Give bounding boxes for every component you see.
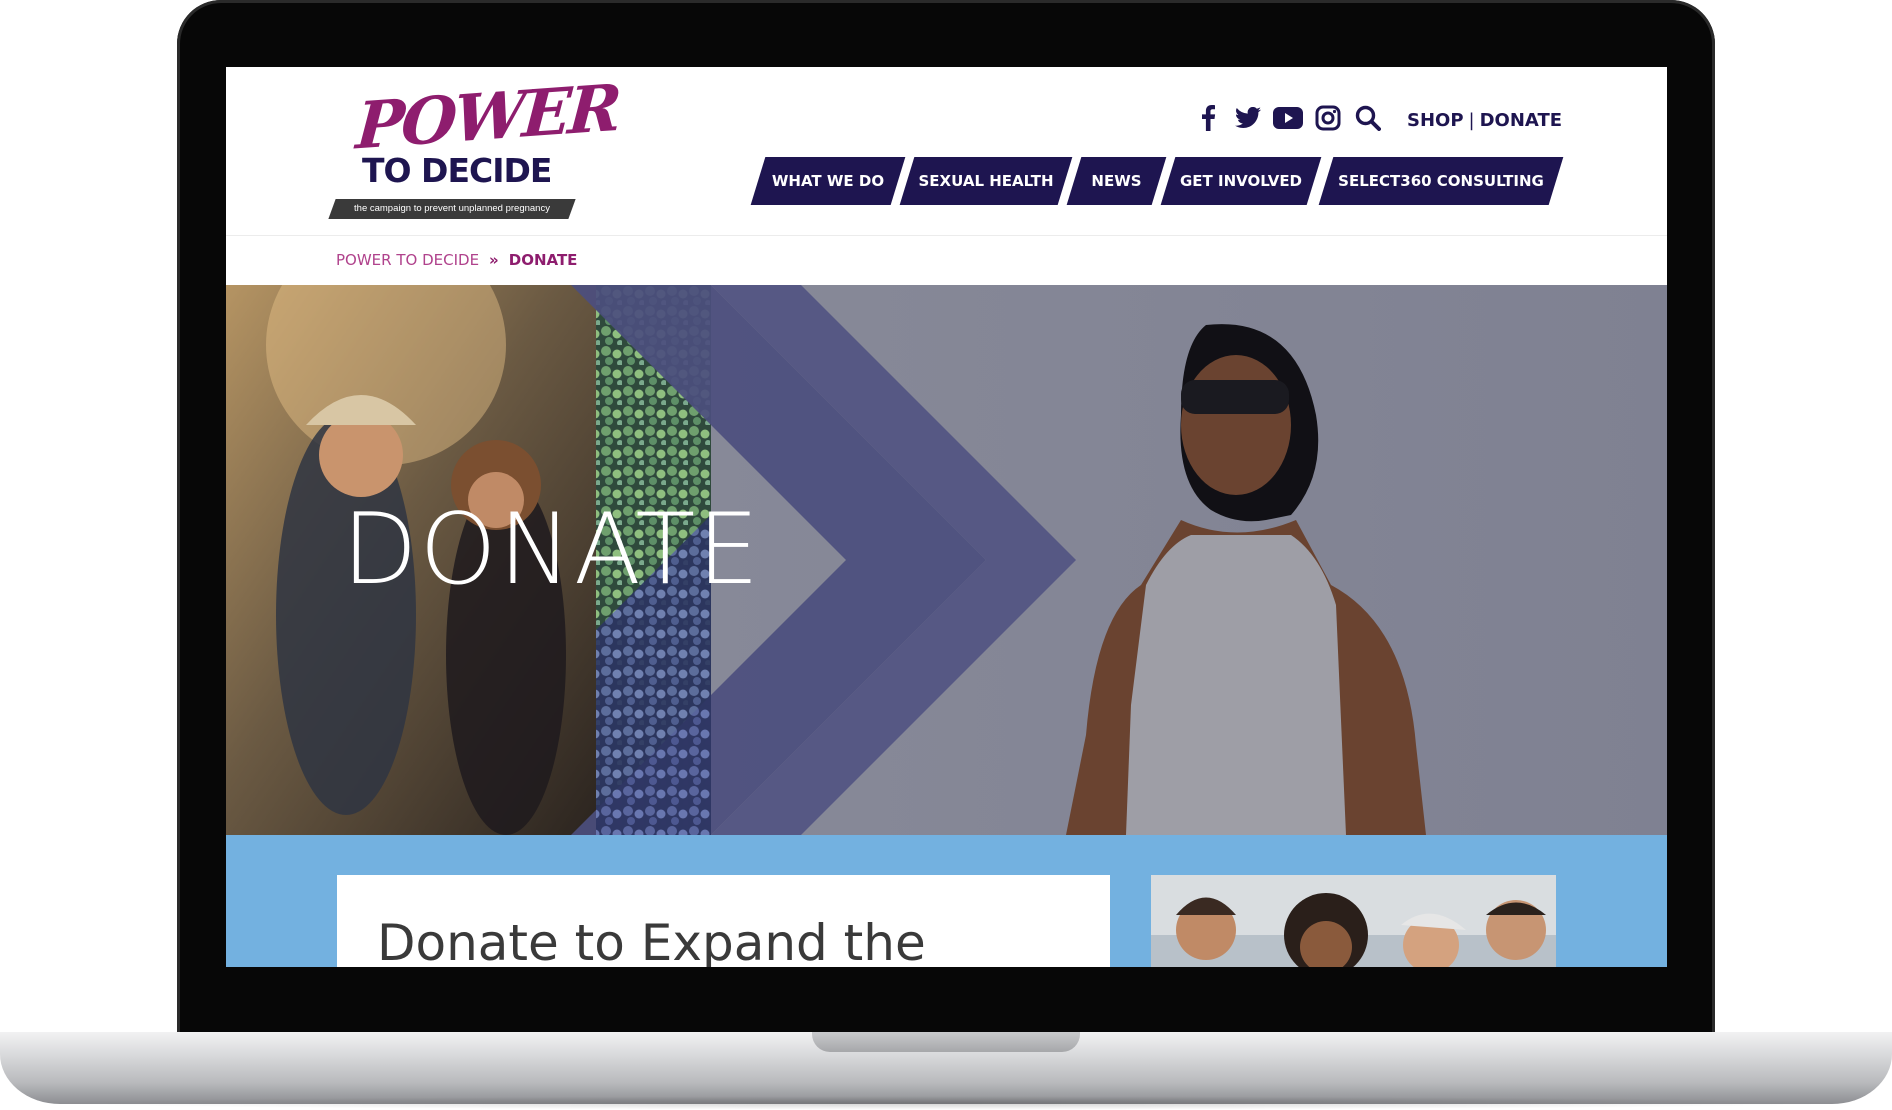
instagram-icon[interactable] (1308, 101, 1348, 135)
nav-item-get-involved[interactable]: GET INVOLVED (1160, 157, 1322, 205)
group-photo (1151, 875, 1556, 967)
nav-item-select360-consulting[interactable]: SELECT360 CONSULTING (1318, 157, 1564, 205)
group-photo-image (1151, 875, 1556, 967)
logo-tagline-banner: the campaign to prevent unplanned pregna… (328, 199, 576, 219)
laptop-shadow (40, 1096, 1852, 1110)
nav-item-sexual-health[interactable]: SEXUAL HEALTH (899, 157, 1073, 205)
social-links (1188, 101, 1388, 135)
donate-intro-card: Donate to Expand the (337, 875, 1110, 967)
site-logo[interactable]: POWER TO DECIDE the campaign to prevent … (328, 71, 621, 235)
nav-item-what-we-do[interactable]: WHAT WE DO (750, 157, 906, 205)
logo-tagline: the campaign to prevent unplanned pregna… (354, 203, 550, 214)
shop-link[interactable]: SHOP (1407, 110, 1464, 131)
site-header: POWER TO DECIDE the campaign to prevent … (226, 67, 1667, 236)
facebook-icon[interactable] (1188, 101, 1228, 135)
logo-wordmark-decide: TO DECIDE (362, 151, 552, 190)
search-icon[interactable] (1348, 101, 1388, 135)
donate-intro-heading: Donate to Expand the (377, 914, 926, 967)
utility-links: SHOP | DONATE (1407, 105, 1562, 135)
breadcrumb-home-link[interactable]: POWER TO DECIDE (336, 251, 479, 269)
youtube-icon[interactable] (1268, 101, 1308, 135)
hero-banner: DONATE (226, 285, 1667, 835)
browser-screen: POWER TO DECIDE the campaign to prevent … (226, 67, 1667, 967)
utility-separator: | (1468, 109, 1475, 131)
nav-item-news[interactable]: NEWS (1066, 157, 1167, 205)
breadcrumb: POWER TO DECIDE » DONATE (336, 251, 577, 269)
content-band: Donate to Expand the (226, 835, 1667, 967)
logo-wordmark-power: POWER (353, 70, 622, 165)
breadcrumb-separator: » (489, 251, 499, 269)
hero-title: DONATE (342, 493, 762, 607)
twitter-icon[interactable] (1228, 101, 1268, 135)
donate-link[interactable]: DONATE (1480, 110, 1562, 131)
laptop-notch (812, 1032, 1080, 1052)
nav-item-label: WHAT WE DO (771, 172, 885, 190)
nav-item-label: SEXUAL HEALTH (918, 172, 1054, 190)
nav-item-label: GET INVOLVED (1179, 172, 1303, 190)
nav-item-label: SELECT360 CONSULTING (1338, 172, 1544, 190)
nav-item-label: NEWS (1091, 172, 1142, 190)
breadcrumb-current: DONATE (508, 251, 578, 269)
